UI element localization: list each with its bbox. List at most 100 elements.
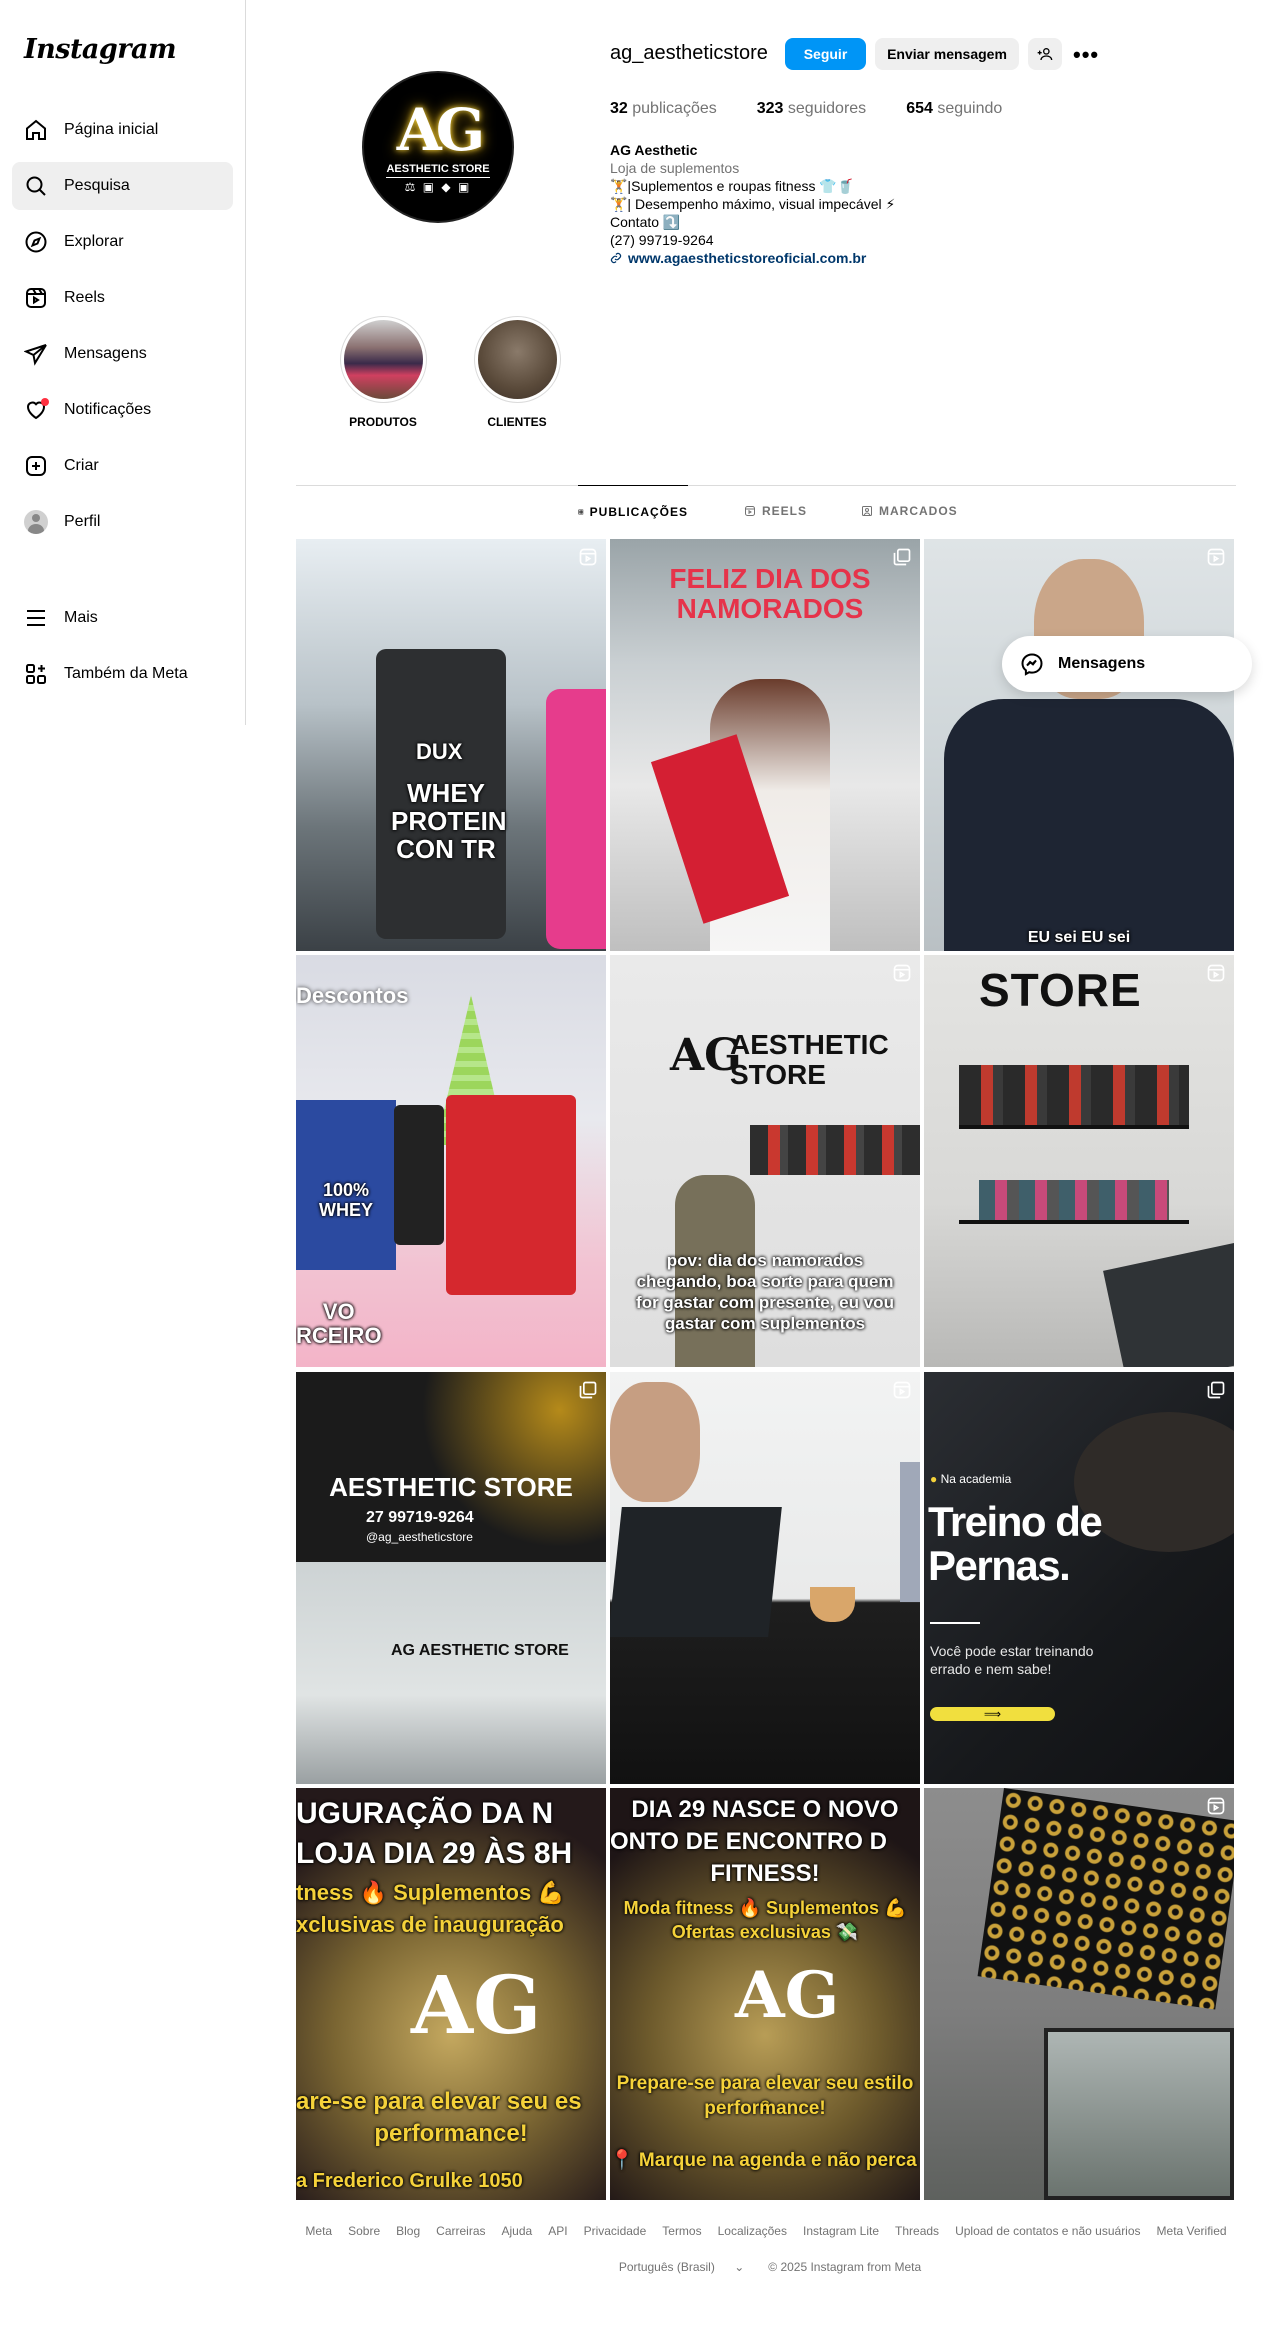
nav-search[interactable]: Pesquisa: [12, 162, 233, 210]
shaker-bottle: [394, 1105, 444, 1245]
reel-badge: [578, 547, 598, 567]
home-icon: [24, 118, 48, 142]
reels-icon: [24, 286, 48, 310]
post-6[interactable]: STORE: [924, 955, 1234, 1367]
nav-explore[interactable]: Explorar: [12, 218, 233, 266]
footer-link[interactable]: Ajuda: [502, 2224, 533, 2238]
instagram-logo[interactable]: Instagram: [24, 34, 177, 65]
tab-reels[interactable]: REELS: [744, 485, 807, 537]
post-caption: pov: dia dos namorados chegando, boa sor…: [636, 1251, 894, 1333]
nav-messages[interactable]: Mensagens: [12, 330, 233, 378]
footer-link[interactable]: Meta: [305, 2224, 332, 2238]
ag-logo: AG: [411, 1958, 542, 2052]
footer-link[interactable]: API: [548, 2224, 567, 2238]
post-caption: EU sei EU sei: [1027, 929, 1131, 946]
highlight-cover: [343, 320, 423, 399]
bio-line: Contato ⤵️: [610, 214, 681, 230]
post-1[interactable]: DUX WHEY PROTEIN CON TR: [296, 539, 606, 951]
highlight-label: PRODUTOS: [349, 415, 417, 429]
footer-link[interactable]: Blog: [396, 2224, 420, 2238]
carousel-badge: [1206, 1380, 1226, 1400]
post-text: xclusivas de inauguração: [296, 1912, 564, 1937]
post-8[interactable]: [610, 1372, 920, 1784]
post-text: performance!: [374, 2120, 528, 2147]
footer-link[interactable]: Threads: [895, 2224, 939, 2238]
post-subtitle: Você pode estar treinando errado e nem s…: [930, 1643, 1094, 1677]
nav-create[interactable]: Criar: [12, 442, 233, 490]
post-bottom-text: VO RCEIRO: [296, 1299, 382, 1348]
carousel-icon: [579, 1381, 597, 1399]
footer-link[interactable]: Upload de contatos e não usuários: [955, 2224, 1140, 2238]
notification-dot: [41, 398, 49, 406]
profile-monogram: AG: [396, 95, 486, 164]
highlight-label: CLIENTES: [487, 415, 547, 429]
nav-profile[interactable]: Perfil: [12, 498, 233, 546]
footer-bottom: Português (Brasil) ⌄ © 2025 Instagram fr…: [296, 2260, 1236, 2274]
language-selector[interactable]: Português (Brasil) ⌄: [611, 2260, 752, 2274]
storefront-facade: [977, 1788, 1234, 2010]
posts-count[interactable]: 32 publicações: [610, 100, 717, 118]
bio-phone: (27) 99719-9264: [610, 232, 714, 248]
footer-link[interactable]: Localizações: [718, 2224, 787, 2238]
footer-link[interactable]: Privacidade: [584, 2224, 647, 2238]
post-text: Moda fitness 🔥 Suplementos 💪: [623, 1898, 907, 1918]
reel-badge: [1206, 547, 1226, 567]
suggest-accounts-button[interactable]: [1028, 38, 1062, 70]
store-wall-sign: AESTHETIC STORE: [730, 1029, 889, 1090]
reel-badge: [892, 963, 912, 983]
following-count[interactable]: 654 seguindo: [906, 100, 1002, 118]
post-2[interactable]: FELIZ DIA DOS NAMORADOS: [610, 539, 920, 951]
post-12[interactable]: [924, 1788, 1234, 2200]
nav-more[interactable]: Mais: [12, 594, 233, 642]
post-9[interactable]: ● Na academia Treino de Pernas. Você pod…: [924, 1372, 1234, 1784]
post-text: a Frederico Grulke 1050: [296, 2170, 523, 2192]
post-3[interactable]: EU sei EU sei: [924, 539, 1234, 951]
store-window: [1044, 2028, 1234, 2200]
footer-link[interactable]: Termos: [662, 2224, 701, 2238]
nav-label: Mensagens: [64, 345, 147, 362]
post-5[interactable]: AG AESTHETIC STORE pov: dia dos namorado…: [610, 955, 920, 1367]
post-text: Ofertas exclusivas 💸: [671, 1922, 859, 1942]
highlight-clientes[interactable]: CLIENTES: [472, 316, 562, 429]
tagged-icon: [862, 506, 872, 516]
footer-link[interactable]: Sobre: [348, 2224, 380, 2238]
reels-icon: [893, 964, 911, 982]
nav-reels[interactable]: Reels: [12, 274, 233, 322]
send-message-button[interactable]: Enviar mensagem: [875, 38, 1019, 70]
post-text: UGURAÇÃO DA N: [296, 1797, 554, 1830]
nav-home[interactable]: Página inicial: [12, 106, 233, 154]
reels-icon: [1207, 964, 1225, 982]
messages-floating-button[interactable]: Mensagens: [1002, 636, 1252, 692]
profile-picture[interactable]: AG AESTHETIC STORE ⚖ ▣ ◆ ▣: [362, 71, 514, 223]
shelf-products: [750, 1125, 920, 1175]
nav-notifications[interactable]: Notificações: [12, 386, 233, 434]
footer-link[interactable]: Instagram Lite: [803, 2224, 879, 2238]
bio-link[interactable]: www.agaestheticstoreoficial.com.br: [610, 249, 895, 267]
footer-link[interactable]: Carreiras: [436, 2224, 485, 2238]
post-11[interactable]: DIA 29 NASCE O NOVO ONTO DE ENCONTRO D F…: [610, 1788, 920, 2200]
tab-marcados[interactable]: MARCADOS: [861, 485, 958, 537]
post-text: performance!: [704, 2098, 826, 2119]
follow-button[interactable]: Seguir: [785, 38, 866, 70]
post-title: Descontos: [296, 983, 409, 1008]
nav-label: Explorar: [64, 233, 124, 250]
nav-label: Página inicial: [64, 121, 159, 138]
link-icon: [610, 252, 622, 264]
post-4[interactable]: Descontos 100% WHEY VO RCEIRO: [296, 955, 606, 1367]
nav-label: Mais: [64, 609, 98, 626]
post-title: AESTHETIC STORE: [329, 1472, 573, 1502]
post-10[interactable]: UGURAÇÃO DA N LOJA DIA 29 ÀS 8H tness 🔥 …: [296, 1788, 606, 2200]
followers-count[interactable]: 323 seguidores: [757, 100, 866, 118]
tab-publicacoes[interactable]: PUBLICAÇÕES: [578, 485, 688, 537]
post-text: tness 🔥 Suplementos 💪: [296, 1880, 565, 1905]
more-options-icon[interactable]: •••: [1073, 42, 1099, 68]
post-text: 📍 Marque na agenda e não perca: [610, 2150, 917, 2171]
post-7[interactable]: AESTHETIC STORE 27 99719-9264 @ag_aesthe…: [296, 1372, 606, 1784]
send-icon: [24, 342, 48, 366]
post-text: FITNESS!: [710, 1860, 820, 1887]
highlight-produtos[interactable]: PRODUTOS: [338, 316, 428, 429]
nav-also-meta[interactable]: Também da Meta: [12, 650, 233, 698]
arrow-bar: ⟹: [930, 1707, 1055, 1721]
footer-link[interactable]: Meta Verified: [1157, 2224, 1227, 2238]
nav-label: Perfil: [64, 513, 101, 530]
